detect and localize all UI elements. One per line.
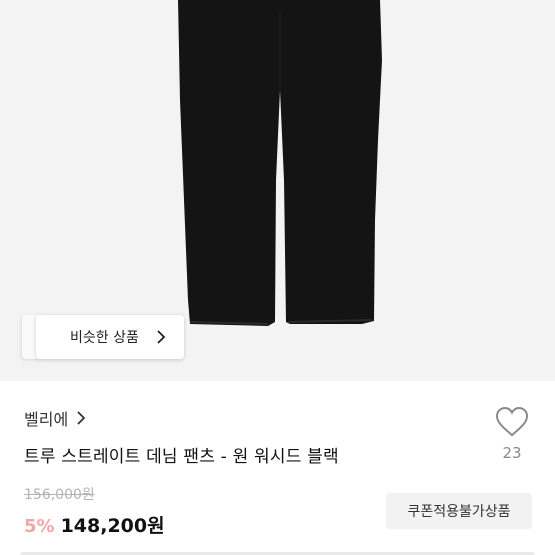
like-button[interactable]: 23 [492, 406, 532, 466]
sale-price: 148,200원 [60, 515, 165, 537]
coupon-unavailable-badge: 쿠폰적용불가상품 [386, 493, 532, 529]
similar-products-label: 비슷한 상품 [70, 330, 139, 346]
like-count: 23 [502, 444, 522, 462]
discount-rate: 5% [24, 516, 55, 537]
price-row: 5% 148,200원 [24, 511, 165, 538]
heart-icon [495, 406, 529, 437]
chevron-right-icon [157, 330, 166, 344]
product-title: 트루 스트레이트 데님 팬츠 - 원 워시드 블랙 [24, 447, 339, 467]
chevron-right-icon [77, 411, 86, 425]
original-price: 156,000원 [24, 487, 95, 503]
seller-name: 벨리에 [24, 410, 69, 429]
similar-products-button[interactable]: 비슷한 상품 [36, 315, 184, 359]
seller-link[interactable]: 벨리에 [24, 406, 86, 430]
product-info: 벨리에 트루 스트레이트 데님 팬츠 - 원 워시드 블랙 23 156,000… [0, 381, 555, 555]
product-image-area[interactable]: 비슷한 상품 [0, 0, 555, 381]
